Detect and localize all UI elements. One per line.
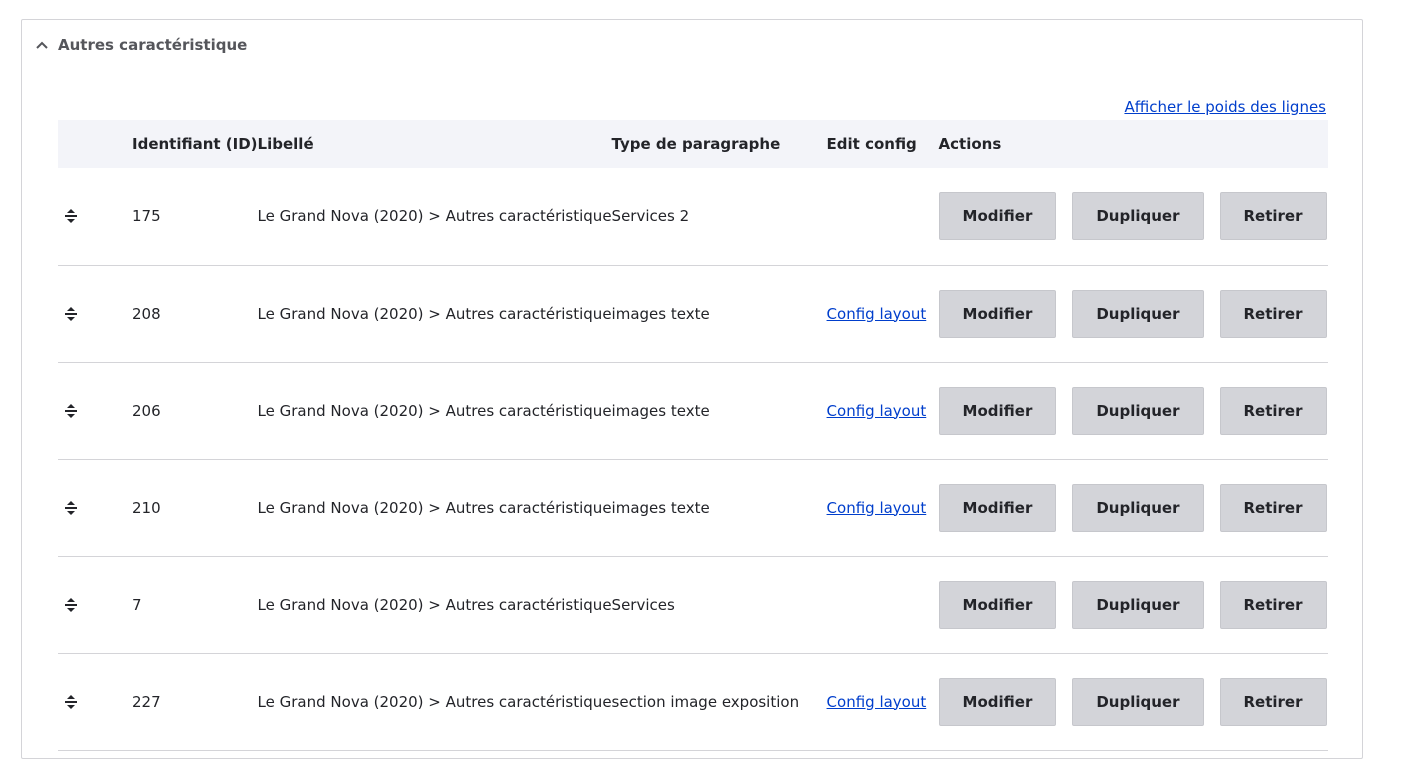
header-edit-config: Edit config	[826, 135, 917, 153]
modify-button[interactable]: Modifier	[938, 386, 1057, 435]
row-type: Services	[611, 595, 675, 614]
drag-handle-icon[interactable]	[34, 597, 108, 613]
chevron-up-icon	[34, 37, 50, 53]
table-row: 210 Le Grand Nova (2020) > Autres caract…	[58, 459, 1328, 556]
row-type: images texte	[611, 498, 710, 517]
remove-button[interactable]: Retirer	[1219, 580, 1327, 629]
remove-button[interactable]: Retirer	[1219, 386, 1327, 435]
row-type: images texte	[611, 401, 710, 420]
duplicate-button[interactable]: Dupliquer	[1072, 483, 1204, 532]
row-id: 175	[132, 207, 161, 226]
config-layout-link[interactable]: Config layout	[827, 402, 927, 420]
row-actions: Modifier Dupliquer Retirer	[938, 386, 1328, 435]
modify-button[interactable]: Modifier	[938, 289, 1057, 338]
config-layout-link[interactable]: Config layout	[827, 305, 927, 323]
remove-button[interactable]: Retirer	[1219, 677, 1327, 726]
drag-handle-icon[interactable]	[34, 306, 108, 322]
remove-button[interactable]: Retirer	[1219, 192, 1327, 241]
table-row: 227 Le Grand Nova (2020) > Autres caract…	[58, 653, 1328, 750]
row-id: 7	[132, 595, 142, 614]
row-id: 210	[132, 498, 161, 517]
modify-button[interactable]: Modifier	[938, 483, 1057, 532]
row-actions: Modifier Dupliquer Retirer	[938, 580, 1328, 629]
remove-button[interactable]: Retirer	[1219, 483, 1327, 532]
header-id: Identifiant (ID)	[132, 135, 258, 153]
modify-button[interactable]: Modifier	[938, 580, 1057, 629]
modify-button[interactable]: Modifier	[938, 677, 1057, 726]
table-row: 175 Le Grand Nova (2020) > Autres caract…	[58, 168, 1328, 265]
details-panel: Autres caractéristique Afficher le poids…	[21, 19, 1363, 759]
row-actions: Modifier Dupliquer Retirer	[938, 677, 1328, 726]
header-handle	[58, 120, 132, 168]
row-type: images texte	[611, 304, 710, 323]
config-layout-link[interactable]: Config layout	[827, 693, 927, 711]
drag-handle-icon[interactable]	[34, 694, 108, 710]
row-id: 227	[132, 692, 161, 711]
panel-title: Autres caractéristique	[58, 36, 248, 54]
row-actions: Modifier Dupliquer Retirer	[938, 289, 1328, 338]
row-label: Le Grand Nova (2020) > Autres caractéris…	[257, 304, 612, 323]
show-row-weights-link[interactable]: Afficher le poids des lignes	[1124, 98, 1326, 116]
row-label: Le Grand Nova (2020) > Autres caractéris…	[257, 401, 612, 420]
row-type: Services 2	[611, 207, 690, 226]
duplicate-button[interactable]: Dupliquer	[1072, 580, 1204, 629]
remove-button[interactable]: Retirer	[1219, 289, 1327, 338]
row-label: Le Grand Nova (2020) > Autres caractéris…	[257, 595, 612, 614]
row-id: 208	[132, 304, 161, 323]
panel-summary-toggle[interactable]: Autres caractéristique	[34, 34, 247, 56]
row-id: 206	[132, 401, 161, 420]
header-actions: Actions	[938, 135, 1002, 153]
duplicate-button[interactable]: Dupliquer	[1072, 677, 1204, 726]
paragraphs-table: Identifiant (ID) Libellé Type de paragra…	[58, 120, 1328, 751]
row-actions: Modifier Dupliquer Retirer	[938, 483, 1328, 532]
duplicate-button[interactable]: Dupliquer	[1072, 289, 1204, 338]
table-row: 7 Le Grand Nova (2020) > Autres caractér…	[58, 556, 1328, 653]
drag-handle-icon[interactable]	[34, 403, 108, 419]
drag-handle-icon[interactable]	[34, 500, 108, 516]
duplicate-button[interactable]: Dupliquer	[1072, 386, 1204, 435]
header-type: Type de paragraphe	[611, 135, 781, 153]
row-actions: Modifier Dupliquer Retirer	[938, 192, 1328, 241]
row-label: Le Grand Nova (2020) > Autres caractéris…	[257, 692, 612, 711]
modify-button[interactable]: Modifier	[938, 192, 1057, 241]
row-type: section image exposition	[611, 692, 800, 711]
table-row: 206 Le Grand Nova (2020) > Autres caract…	[58, 362, 1328, 459]
duplicate-button[interactable]: Dupliquer	[1072, 192, 1204, 241]
table-row: 208 Le Grand Nova (2020) > Autres caract…	[58, 265, 1328, 362]
config-layout-link[interactable]: Config layout	[827, 499, 927, 517]
row-label: Le Grand Nova (2020) > Autres caractéris…	[257, 207, 612, 226]
header-label: Libellé	[257, 135, 314, 153]
row-label: Le Grand Nova (2020) > Autres caractéris…	[257, 498, 612, 517]
drag-handle-icon[interactable]	[34, 208, 108, 224]
table-header-row: Identifiant (ID) Libellé Type de paragra…	[58, 120, 1328, 168]
